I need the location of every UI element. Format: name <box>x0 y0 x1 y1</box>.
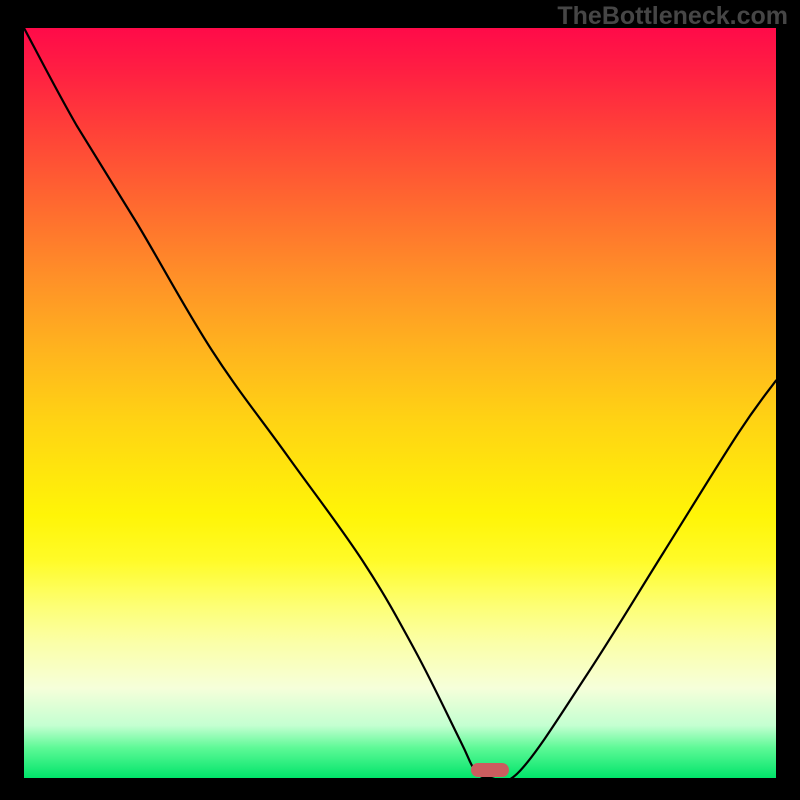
watermark-text: TheBottleneck.com <box>557 2 788 31</box>
chart-container: TheBottleneck.com <box>0 0 800 800</box>
plot-area <box>24 28 776 778</box>
optimum-marker <box>471 763 509 777</box>
pill-icon <box>471 763 509 777</box>
bottleneck-curve <box>24 28 776 778</box>
